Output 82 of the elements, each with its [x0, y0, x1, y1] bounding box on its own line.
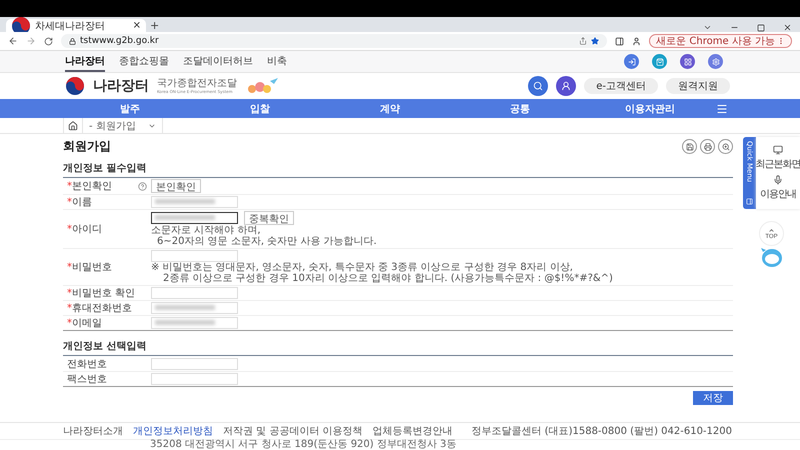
footer-link[interactable]: 개인정보처리방침 — [133, 424, 213, 438]
field-label: *본인확인 — [67, 180, 112, 193]
update-button[interactable]: 새로운 Chrome 사용 가능 — [649, 34, 792, 48]
header-button[interactable]: 원격지원 — [666, 78, 730, 94]
url-text: tstwww.g2b.go.kr — [80, 36, 159, 46]
field-label: *비밀번호 — [67, 261, 112, 274]
tab-close[interactable]: × — [132, 20, 141, 31]
tab-title: 차세대나라장터 — [35, 20, 105, 32]
nav-menu-item[interactable]: 이용자관리 — [585, 102, 715, 116]
user-button[interactable] — [556, 76, 576, 96]
new-tab-button[interactable]: + — [150, 19, 160, 32]
contact-text: 정부조달콜센터 (대표)1588-0800 (팔번) 042-610-1200 — [472, 425, 732, 438]
site-tab[interactable]: 종합쇼핑몰 — [119, 51, 169, 72]
share-icon[interactable] — [579, 37, 588, 45]
footer-link[interactable]: 업체등록변경안내 — [372, 424, 453, 438]
field-label: 전화번호 — [67, 358, 107, 370]
quick-menu-label: 이용안내 — [760, 188, 796, 201]
close-icon[interactable] — [783, 23, 792, 32]
search-icon — [533, 81, 544, 91]
monitor-icon — [773, 145, 783, 155]
bag-icon[interactable] — [652, 54, 667, 69]
site-tab[interactable]: 비축 — [267, 51, 287, 72]
help-text: 2종류 이상으로 구성한 경우 10자리 이상으로 입력해야 합니다. (사용가능특수문자 : @$!%*#?&^) — [162, 273, 614, 284]
field-label: *휴대전화번호 — [67, 302, 132, 315]
duplicate-check-button[interactable]: 중복확인 — [244, 211, 294, 225]
save-icon[interactable] — [682, 139, 697, 154]
quick-menu-item[interactable]: 이용안내 — [760, 175, 796, 201]
help-text: 소문자로 시작해야 하며, — [151, 225, 262, 236]
reload-icon[interactable] — [44, 36, 53, 46]
home-button[interactable] — [63, 118, 83, 133]
maximize-icon[interactable] — [757, 24, 765, 32]
mascot-drawing — [760, 246, 784, 268]
site-tab[interactable]: 나라장터 — [65, 51, 105, 72]
verify-button[interactable]: 본인확인 — [151, 179, 201, 193]
print-icon[interactable] — [700, 139, 715, 154]
field-label: *이름 — [67, 196, 92, 209]
address-text: 35208 대전광역시 서구 청사로 189(둔산동 920) 정부대전청사 3동 — [150, 440, 456, 450]
browser-tab[interactable]: 차세대나라장터 × — [6, 19, 146, 32]
nav-menu-item[interactable]: 공통 — [455, 102, 585, 116]
section-title: 개인정보 선택입력 — [63, 340, 148, 353]
help-text: 6~20자의 영문 소문자, 숫자만 사용 가능합니다. — [156, 236, 378, 247]
logo-subtitle: 국가종합전자조달 — [157, 78, 237, 88]
address-bar[interactable]: tstwww.g2b.go.kr — [61, 34, 608, 48]
settings-icon[interactable] — [708, 54, 723, 69]
user-icon — [561, 81, 572, 91]
site-tab[interactable]: 조달데이터허브 — [183, 51, 253, 72]
field-label: *이메일 — [67, 317, 102, 330]
help-icon[interactable] — [138, 182, 147, 190]
header-button[interactable]: e-고객센터 — [584, 78, 658, 94]
field-label: *아이디 — [67, 223, 102, 236]
grid-icon[interactable] — [680, 54, 695, 69]
section-title: 개인정보 필수입력 — [63, 162, 148, 175]
side-panel-icon[interactable] — [615, 36, 624, 46]
quick-menu-label: 최근본화면 — [756, 158, 800, 171]
save-button[interactable]: 저장 — [693, 391, 733, 405]
field-label: *비밀번호 확인 — [67, 287, 136, 300]
menu-icon[interactable] — [716, 102, 728, 114]
footer-link[interactable]: 나라장터소개 — [63, 424, 123, 438]
tab-search-icon[interactable] — [703, 23, 712, 32]
lock-icon — [69, 38, 76, 44]
search-button[interactable] — [528, 76, 548, 96]
logo-icon — [65, 76, 85, 96]
nav-menu-item[interactable]: 입찰 — [195, 102, 325, 116]
logo-title: 나라장터 — [93, 79, 149, 93]
help-text: ※ 비밀번호는 영대문자, 영소문자, 숫자, 특수문자 중 3종류 이상으로 구성한 경우 8자리 이상, — [151, 262, 574, 273]
input-field[interactable] — [151, 212, 238, 224]
zoom-icon[interactable] — [718, 139, 733, 154]
login-icon[interactable] — [624, 54, 639, 69]
home-icon — [68, 120, 78, 130]
back-icon[interactable] — [8, 36, 18, 46]
bookmark-star-icon[interactable] — [591, 37, 600, 45]
page-title: 회원가입 — [63, 138, 111, 155]
field-label: 팩스번호 — [67, 373, 107, 386]
chevron-up-icon — [768, 227, 775, 234]
hearts-drawing — [245, 77, 279, 95]
profile-icon[interactable] — [632, 36, 642, 46]
nav-menu-item[interactable]: 발주 — [65, 102, 195, 116]
quick-menu-item[interactable]: 최근본화면 — [756, 145, 800, 171]
footer-link[interactable]: 저작권 및 공공데이터 이용정책 — [223, 424, 363, 438]
nav-menu-item[interactable]: 계약 — [325, 102, 455, 116]
microphone-icon — [773, 175, 783, 185]
collapse-icon — [746, 198, 753, 205]
